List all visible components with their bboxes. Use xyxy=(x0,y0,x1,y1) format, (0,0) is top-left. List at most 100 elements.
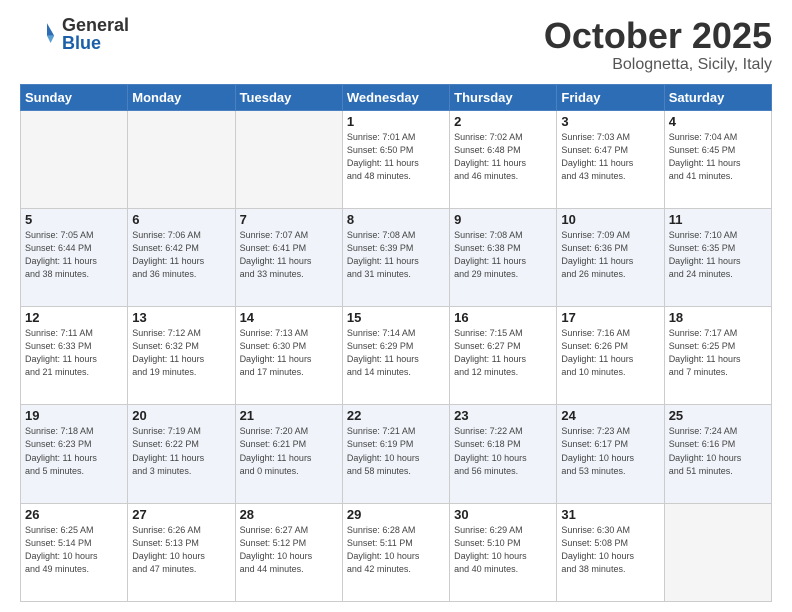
calendar-day-cell xyxy=(128,110,235,208)
calendar-header-monday: Monday xyxy=(128,84,235,110)
day-number: 25 xyxy=(669,408,767,423)
day-number: 12 xyxy=(25,310,123,325)
day-info: Sunrise: 7:18 AM Sunset: 6:23 PM Dayligh… xyxy=(25,425,123,477)
day-info: Sunrise: 7:11 AM Sunset: 6:33 PM Dayligh… xyxy=(25,327,123,379)
calendar-header-saturday: Saturday xyxy=(664,84,771,110)
day-number: 19 xyxy=(25,408,123,423)
calendar-day-cell: 24 Sunrise: 7:23 AM Sunset: 6:17 PM Dayli… xyxy=(557,405,664,503)
day-info: Sunrise: 6:27 AM Sunset: 5:12 PM Dayligh… xyxy=(240,524,338,576)
day-number: 24 xyxy=(561,408,659,423)
location: Bolognetta, Sicily, Italy xyxy=(544,56,772,74)
calendar-day-cell: 21Sunrise: 7:20 AM Sunset: 6:21 PM Dayli… xyxy=(235,405,342,503)
day-info: Sunrise: 7:08 AM Sunset: 6:39 PM Dayligh… xyxy=(347,229,445,281)
day-info: Sunrise: 7:22 AM Sunset: 6:18 PM Dayligh… xyxy=(454,425,552,477)
calendar-day-cell: 31 Sunrise: 6:30 AM Sunset: 5:08 PM Dayli… xyxy=(557,503,664,601)
day-number: 4 xyxy=(669,114,767,129)
page: General Blue October 2025 Bolognetta, Si… xyxy=(0,0,792,612)
calendar-day-cell xyxy=(235,110,342,208)
calendar-day-cell: 29 Sunrise: 6:28 AM Sunset: 5:11 PM Dayli… xyxy=(342,503,449,601)
calendar-day-cell: 11 Sunrise: 7:10 AM Sunset: 6:35 PM Dayli… xyxy=(664,208,771,306)
generalblue-icon xyxy=(20,16,56,52)
calendar-day-cell: 2 Sunrise: 7:02 AM Sunset: 6:48 PM Daylig… xyxy=(450,110,557,208)
calendar-day-cell: 7 Sunrise: 7:07 AM Sunset: 6:41 PM Daylig… xyxy=(235,208,342,306)
day-number: 6 xyxy=(132,212,230,227)
day-number: 21 xyxy=(240,408,338,423)
calendar-day-cell: 4 Sunrise: 7:04 AM Sunset: 6:45 PM Daylig… xyxy=(664,110,771,208)
calendar-week-row: 26Sunrise: 6:25 AM Sunset: 5:14 PM Dayli… xyxy=(21,503,772,601)
calendar-header-thursday: Thursday xyxy=(450,84,557,110)
calendar-header-tuesday: Tuesday xyxy=(235,84,342,110)
day-info: Sunrise: 7:02 AM Sunset: 6:48 PM Dayligh… xyxy=(454,131,552,183)
day-number: 2 xyxy=(454,114,552,129)
day-number: 1 xyxy=(347,114,445,129)
calendar-week-row: 1 Sunrise: 7:01 AM Sunset: 6:50 PM Daylig… xyxy=(21,110,772,208)
day-info: Sunrise: 7:13 AM Sunset: 6:30 PM Dayligh… xyxy=(240,327,338,379)
calendar-day-cell: 12 Sunrise: 7:11 AM Sunset: 6:33 PM Dayli… xyxy=(21,307,128,405)
day-number: 17 xyxy=(561,310,659,325)
calendar-week-row: 5Sunrise: 7:05 AM Sunset: 6:44 PM Daylig… xyxy=(21,208,772,306)
day-info: Sunrise: 7:03 AM Sunset: 6:47 PM Dayligh… xyxy=(561,131,659,183)
day-info: Sunrise: 6:30 AM Sunset: 5:08 PM Dayligh… xyxy=(561,524,659,576)
day-info: Sunrise: 7:07 AM Sunset: 6:41 PM Dayligh… xyxy=(240,229,338,281)
logo-text: General Blue xyxy=(62,16,129,52)
day-info: Sunrise: 6:29 AM Sunset: 5:10 PM Dayligh… xyxy=(454,524,552,576)
day-info: Sunrise: 7:04 AM Sunset: 6:45 PM Dayligh… xyxy=(669,131,767,183)
day-info: Sunrise: 7:24 AM Sunset: 6:16 PM Dayligh… xyxy=(669,425,767,477)
calendar-day-cell: 10Sunrise: 7:09 AM Sunset: 6:36 PM Dayli… xyxy=(557,208,664,306)
logo-blue: Blue xyxy=(62,34,129,52)
calendar-day-cell: 17 Sunrise: 7:16 AM Sunset: 6:26 PM Dayli… xyxy=(557,307,664,405)
day-info: Sunrise: 7:21 AM Sunset: 6:19 PM Dayligh… xyxy=(347,425,445,477)
calendar-header-wednesday: Wednesday xyxy=(342,84,449,110)
day-info: Sunrise: 6:26 AM Sunset: 5:13 PM Dayligh… xyxy=(132,524,230,576)
calendar-day-cell: 16Sunrise: 7:15 AM Sunset: 6:27 PM Dayli… xyxy=(450,307,557,405)
calendar-day-cell: 6 Sunrise: 7:06 AM Sunset: 6:42 PM Daylig… xyxy=(128,208,235,306)
calendar-day-cell: 5Sunrise: 7:05 AM Sunset: 6:44 PM Daylig… xyxy=(21,208,128,306)
calendar-header-friday: Friday xyxy=(557,84,664,110)
calendar-day-cell: 9Sunrise: 7:08 AM Sunset: 6:38 PM Daylig… xyxy=(450,208,557,306)
calendar-week-row: 19 Sunrise: 7:18 AM Sunset: 6:23 PM Dayli… xyxy=(21,405,772,503)
day-number: 28 xyxy=(240,507,338,522)
day-info: Sunrise: 7:23 AM Sunset: 6:17 PM Dayligh… xyxy=(561,425,659,477)
day-number: 7 xyxy=(240,212,338,227)
day-number: 15 xyxy=(347,310,445,325)
calendar-day-cell: 23Sunrise: 7:22 AM Sunset: 6:18 PM Dayli… xyxy=(450,405,557,503)
day-number: 3 xyxy=(561,114,659,129)
calendar-day-cell: 30 Sunrise: 6:29 AM Sunset: 5:10 PM Dayli… xyxy=(450,503,557,601)
day-info: Sunrise: 7:06 AM Sunset: 6:42 PM Dayligh… xyxy=(132,229,230,281)
day-info: Sunrise: 7:12 AM Sunset: 6:32 PM Dayligh… xyxy=(132,327,230,379)
day-number: 11 xyxy=(669,212,767,227)
calendar-day-cell: 8Sunrise: 7:08 AM Sunset: 6:39 PM Daylig… xyxy=(342,208,449,306)
day-number: 16 xyxy=(454,310,552,325)
calendar-day-cell: 13 Sunrise: 7:12 AM Sunset: 6:32 PM Dayli… xyxy=(128,307,235,405)
calendar-table: SundayMondayTuesdayWednesdayThursdayFrid… xyxy=(20,84,772,602)
calendar-day-cell: 14 Sunrise: 7:13 AM Sunset: 6:30 PM Dayli… xyxy=(235,307,342,405)
day-info: Sunrise: 7:01 AM Sunset: 6:50 PM Dayligh… xyxy=(347,131,445,183)
day-number: 29 xyxy=(347,507,445,522)
day-number: 26 xyxy=(25,507,123,522)
day-number: 14 xyxy=(240,310,338,325)
day-info: Sunrise: 7:10 AM Sunset: 6:35 PM Dayligh… xyxy=(669,229,767,281)
calendar-day-cell: 1 Sunrise: 7:01 AM Sunset: 6:50 PM Daylig… xyxy=(342,110,449,208)
day-info: Sunrise: 7:19 AM Sunset: 6:22 PM Dayligh… xyxy=(132,425,230,477)
day-number: 27 xyxy=(132,507,230,522)
logo-general: General xyxy=(62,16,129,34)
calendar-day-cell xyxy=(664,503,771,601)
header: General Blue October 2025 Bolognetta, Si… xyxy=(20,16,772,74)
day-number: 30 xyxy=(454,507,552,522)
calendar-day-cell: 22 Sunrise: 7:21 AM Sunset: 6:19 PM Dayli… xyxy=(342,405,449,503)
calendar-day-cell: 19 Sunrise: 7:18 AM Sunset: 6:23 PM Dayli… xyxy=(21,405,128,503)
day-number: 18 xyxy=(669,310,767,325)
day-number: 9 xyxy=(454,212,552,227)
day-number: 13 xyxy=(132,310,230,325)
day-number: 10 xyxy=(561,212,659,227)
day-number: 31 xyxy=(561,507,659,522)
calendar-day-cell: 3 Sunrise: 7:03 AM Sunset: 6:47 PM Daylig… xyxy=(557,110,664,208)
month-title: October 2025 xyxy=(544,16,772,56)
calendar-day-cell: 15 Sunrise: 7:14 AM Sunset: 6:29 PM Dayli… xyxy=(342,307,449,405)
day-info: Sunrise: 7:16 AM Sunset: 6:26 PM Dayligh… xyxy=(561,327,659,379)
day-number: 20 xyxy=(132,408,230,423)
day-info: Sunrise: 7:14 AM Sunset: 6:29 PM Dayligh… xyxy=(347,327,445,379)
day-number: 22 xyxy=(347,408,445,423)
day-info: Sunrise: 6:28 AM Sunset: 5:11 PM Dayligh… xyxy=(347,524,445,576)
title-block: October 2025 Bolognetta, Sicily, Italy xyxy=(544,16,772,74)
